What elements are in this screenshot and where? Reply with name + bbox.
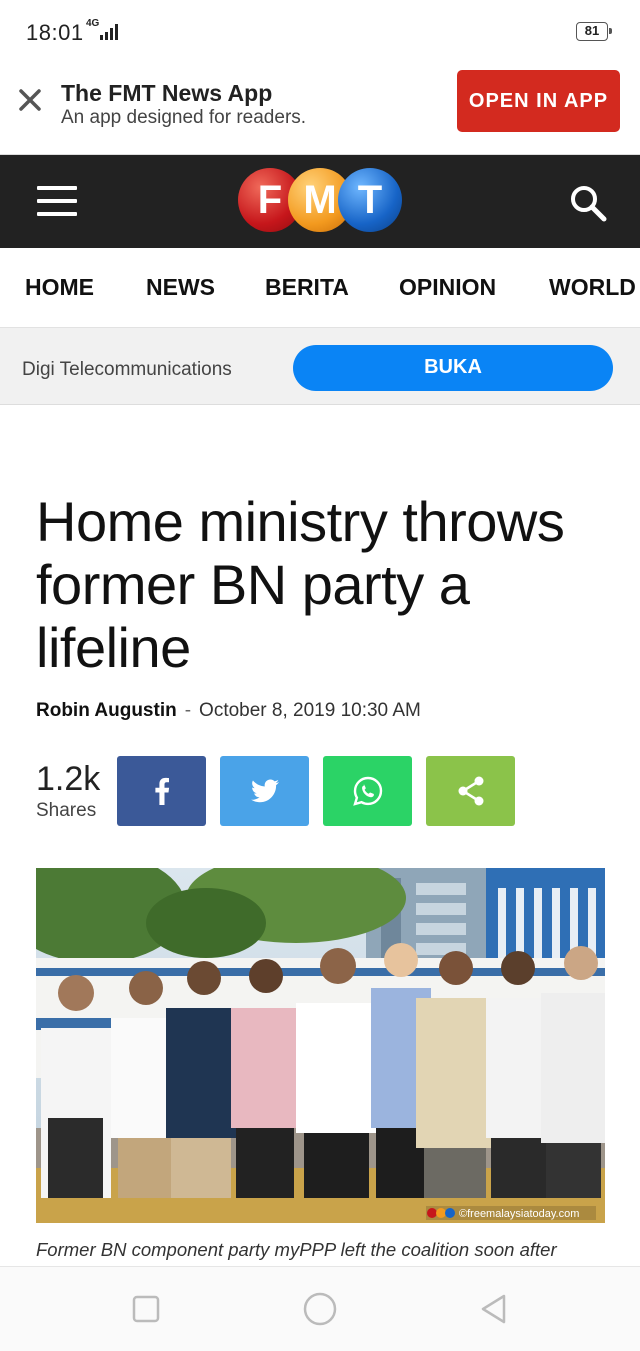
- ad-open-button[interactable]: BUKA: [293, 345, 613, 391]
- byline: Robin Augustin - October 8, 2019 10:30 AM: [36, 700, 421, 722]
- close-icon[interactable]: [16, 86, 44, 114]
- generic-share-button[interactable]: [426, 756, 515, 826]
- byline-separator: -: [184, 700, 192, 721]
- battery-icon: 81: [576, 22, 612, 41]
- publish-date: October 8, 2019 10:30 AM: [199, 700, 421, 721]
- open-in-app-button[interactable]: OPEN IN APP: [457, 70, 620, 132]
- home-icon[interactable]: [302, 1291, 338, 1327]
- signal-icon: [98, 24, 120, 40]
- nav-berita[interactable]: BERITA: [265, 274, 349, 301]
- photo-caption: Former BN component party myPPP left the…: [36, 1239, 557, 1260]
- share-label: Shares: [36, 800, 97, 821]
- whatsapp-share-button[interactable]: [323, 756, 412, 826]
- back-icon[interactable]: [478, 1293, 510, 1325]
- article-headline: Home ministry throws former BN party a l…: [36, 490, 565, 679]
- facebook-icon: [154, 777, 169, 805]
- twitter-share-button[interactable]: [220, 756, 309, 826]
- fmt-logo[interactable]: F M T: [238, 168, 406, 234]
- share-icon: [458, 776, 483, 806]
- article-photo-image: ©freemalaysiatoday.com: [36, 868, 605, 1223]
- banner-title: The FMT News App: [61, 80, 273, 106]
- ad-bar: Digi Telecommunications BUKA: [0, 328, 640, 405]
- status-time: 18:01: [26, 20, 84, 45]
- recent-apps-icon[interactable]: [130, 1293, 162, 1325]
- nav-home[interactable]: HOME: [25, 274, 94, 301]
- twitter-icon: [250, 779, 279, 803]
- facebook-share-button[interactable]: [117, 756, 206, 826]
- hamburger-icon[interactable]: [37, 184, 77, 218]
- author-link[interactable]: Robin Augustin: [36, 700, 177, 721]
- share-count: 1.2k: [36, 760, 101, 798]
- ad-advertiser-name: Digi Telecommunications: [22, 359, 232, 380]
- nav-world[interactable]: WORLD: [549, 274, 636, 301]
- site-header: F M T: [0, 155, 640, 248]
- nav-news[interactable]: NEWS: [146, 274, 215, 301]
- main-nav: HOME NEWS BERITA OPINION WORLD: [0, 248, 640, 328]
- article-photo: ©freemalaysiatoday.com: [36, 868, 605, 1223]
- system-nav-bar: [0, 1266, 640, 1351]
- banner-subtitle: An app designed for readers.: [61, 107, 307, 128]
- whatsapp-icon: [352, 776, 382, 806]
- search-icon[interactable]: [568, 183, 608, 223]
- status-bar: 18:01 4G 81: [0, 0, 640, 62]
- nav-opinion[interactable]: OPINION: [399, 274, 496, 301]
- app-install-banner: The FMT News App An app designed for rea…: [0, 62, 640, 155]
- logo-letter-t: T: [338, 168, 402, 232]
- photo-watermark: ©freemalaysiatoday.com: [459, 1208, 579, 1220]
